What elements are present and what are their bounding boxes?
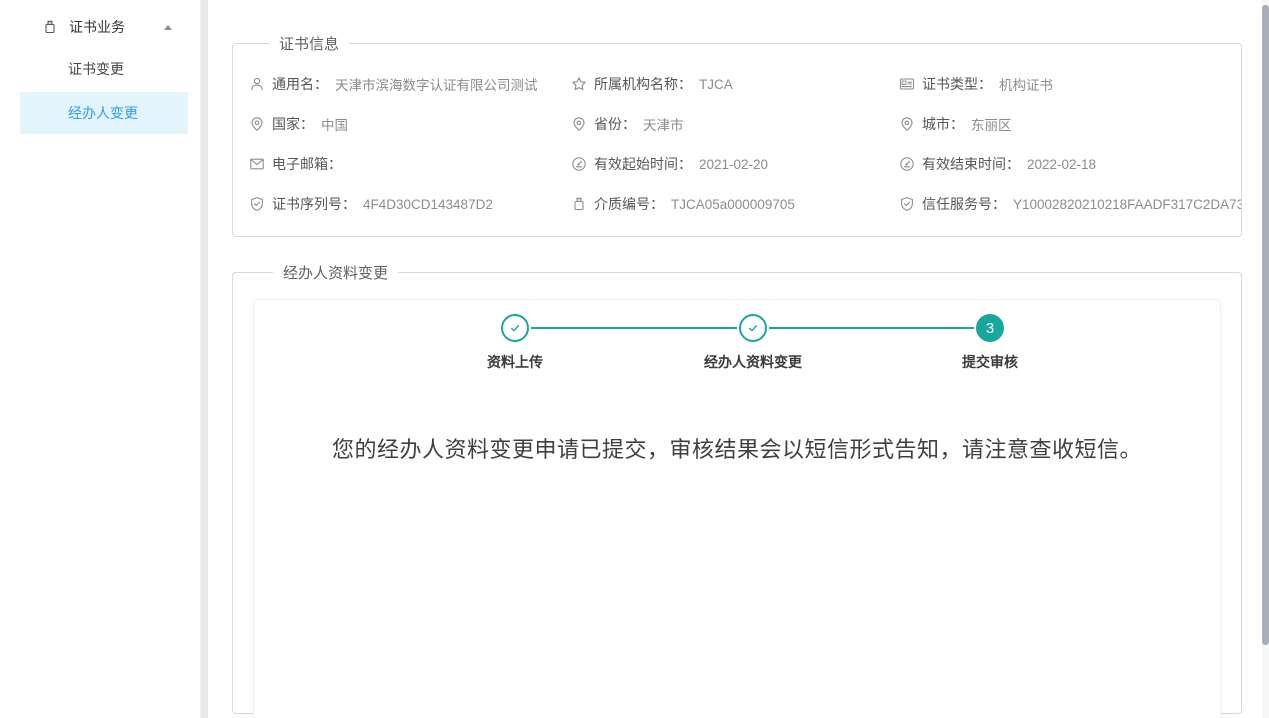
certificate-info-legend: 证书信息 xyxy=(269,33,349,54)
sidebar: 证书业务 证书变更 经办人变更 xyxy=(0,0,200,718)
field-label: 城市： xyxy=(922,114,964,134)
field-cert-type: 证书类型： 机构证书 xyxy=(899,64,1241,104)
step-3-label: 提交审核 xyxy=(890,352,1090,372)
sidebar-menu-cert-business[interactable]: 证书业务 xyxy=(0,12,200,42)
field-value: 4F4D30CD143487D2 xyxy=(363,197,493,212)
field-label: 电子邮箱： xyxy=(272,154,342,174)
step-3-active-circle: 3 xyxy=(976,314,1004,342)
agent-change-card: 3 资料上传 经办人资料变更 提交审核 您的经办人资料变更申请已提交，审核结果会… xyxy=(253,299,1221,718)
check-icon xyxy=(746,321,760,335)
usb-key-icon xyxy=(571,196,587,212)
id-card-icon xyxy=(899,76,915,92)
field-label: 信任服务号： xyxy=(922,194,1006,214)
field-value: 2021-02-20 xyxy=(699,157,768,172)
field-province: 省份： 天津市 xyxy=(571,104,899,144)
field-valid-from: 有效起始时间： 2021-02-20 xyxy=(571,144,899,184)
usb-key-icon xyxy=(42,19,58,35)
field-org-name: 所属机构名称： TJCA xyxy=(571,64,899,104)
step-2-done-circle xyxy=(739,314,767,342)
step-connector xyxy=(769,327,974,329)
gauge-clock-icon xyxy=(899,156,915,172)
field-value: 中国 xyxy=(321,114,348,134)
location-pin-icon xyxy=(899,116,915,132)
field-label: 所属机构名称： xyxy=(594,74,692,94)
user-icon xyxy=(249,76,265,92)
field-country: 国家： 中国 xyxy=(249,104,571,144)
field-value: 天津市滨海数字认证有限公司测试 xyxy=(335,74,538,94)
step-connector xyxy=(531,327,737,329)
submission-result-message: 您的经办人资料变更申请已提交，审核结果会以短信形式告知，请注意查收短信。 xyxy=(254,432,1220,464)
field-label: 介质编号： xyxy=(594,194,664,214)
certificate-info-grid: 通用名： 天津市滨海数字认证有限公司测试 所属机构名称： TJCA 证书类型： … xyxy=(249,64,1241,224)
main-content: 证书信息 通用名： 天津市滨海数字认证有限公司测试 所属机构名称： TJCA 证… xyxy=(208,0,1262,718)
field-valid-to: 有效结束时间： 2022-02-18 xyxy=(899,144,1241,184)
mail-icon xyxy=(249,156,265,172)
sidebar-item-agent-change[interactable]: 经办人变更 xyxy=(20,92,188,134)
shield-check-icon xyxy=(249,196,265,212)
field-cert-serial: 证书序列号： 4F4D30CD143487D2 xyxy=(249,184,571,224)
field-common-name: 通用名： 天津市滨海数字认证有限公司测试 xyxy=(249,64,571,104)
shield-check-icon xyxy=(899,196,915,212)
field-label: 证书序列号： xyxy=(272,194,356,214)
field-value: TJCA05a000009705 xyxy=(671,197,795,212)
progress-stepper: 3 资料上传 经办人资料变更 提交审核 xyxy=(254,300,1220,388)
field-media-number: 介质编号： TJCA05a000009705 xyxy=(571,184,899,224)
agent-change-panel: 经办人资料变更 3 资料上传 经办人资料变更 提交审核 您的经 xyxy=(232,262,1242,714)
field-value: Y10002820210218FAADF317C2DA7326 xyxy=(1013,197,1241,212)
field-label: 国家： xyxy=(272,114,314,134)
scrollbar-thumb[interactable] xyxy=(1262,5,1269,645)
location-pin-icon xyxy=(249,116,265,132)
sidebar-menu-label: 证书业务 xyxy=(69,17,125,37)
field-email: 电子邮箱： xyxy=(249,144,571,184)
location-pin-icon xyxy=(571,116,587,132)
field-label: 证书类型： xyxy=(922,74,992,94)
field-value: 2022-02-18 xyxy=(1027,157,1096,172)
agent-change-legend: 经办人资料变更 xyxy=(273,262,398,283)
field-label: 省份： xyxy=(594,114,636,134)
field-label: 有效起始时间： xyxy=(594,154,692,174)
vertical-scrollbar xyxy=(1262,0,1269,718)
field-value: 天津市 xyxy=(643,114,684,134)
step-1-done-circle xyxy=(501,314,529,342)
field-value: TJCA xyxy=(699,77,733,92)
field-trust-service-number: 信任服务号： Y10002820210218FAADF317C2DA7326 xyxy=(899,184,1241,224)
gauge-clock-icon xyxy=(571,156,587,172)
field-label: 有效结束时间： xyxy=(922,154,1020,174)
certificate-app-window: 证书业务 证书变更 经办人变更 证书信息 通用名： 天津市滨海数字认证有限公司测… xyxy=(0,0,1269,718)
star-icon xyxy=(571,76,587,92)
sidebar-divider xyxy=(200,0,208,718)
field-value: 东丽区 xyxy=(971,114,1012,134)
field-label: 通用名： xyxy=(272,74,328,94)
check-icon xyxy=(508,321,522,335)
sidebar-item-cert-change[interactable]: 证书变更 xyxy=(0,48,200,90)
collapse-caret-icon[interactable] xyxy=(164,25,172,30)
step-1-label: 资料上传 xyxy=(415,352,615,372)
step-2-label: 经办人资料变更 xyxy=(653,352,853,372)
field-city: 城市： 东丽区 xyxy=(899,104,1241,144)
certificate-info-panel: 证书信息 通用名： 天津市滨海数字认证有限公司测试 所属机构名称： TJCA 证… xyxy=(232,33,1242,237)
field-value: 机构证书 xyxy=(999,74,1053,94)
